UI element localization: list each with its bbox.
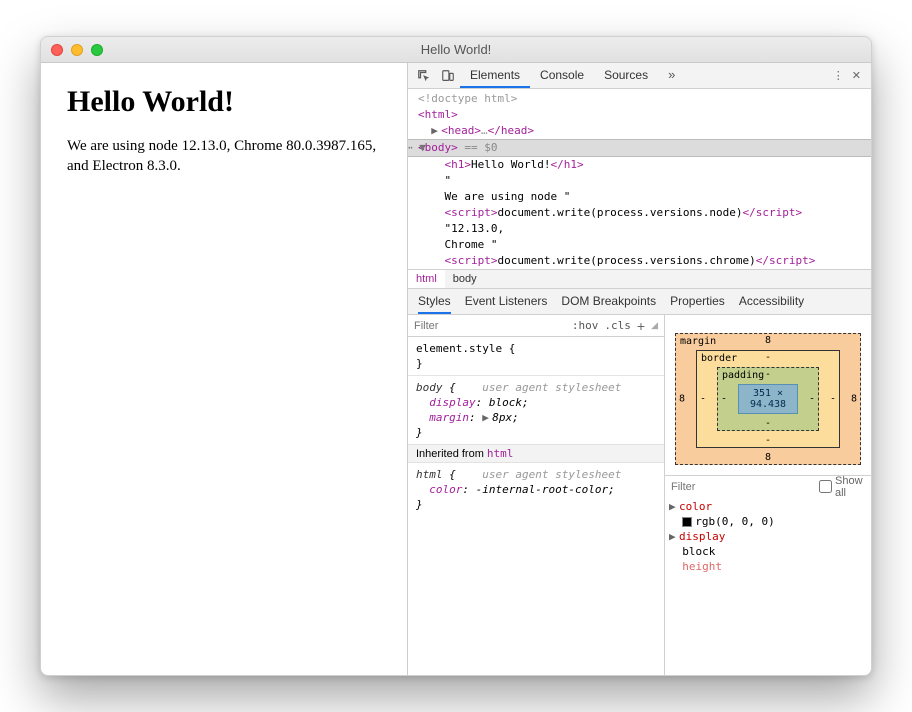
script-body-1[interactable]: document.write(process.versions.node)	[498, 206, 743, 219]
head-close-tag: /head	[494, 124, 527, 137]
color-swatch[interactable]	[682, 517, 692, 527]
styles-filter-bar: :hov .cls + ◢	[408, 315, 664, 337]
h1-text-node[interactable]: Hello World!	[471, 158, 550, 171]
margin-bottom[interactable]: 8	[765, 452, 771, 463]
traffic-lights	[51, 44, 103, 56]
element-breadcrumbs: html body	[408, 269, 871, 289]
more-tabs-button[interactable]: »	[658, 63, 685, 88]
inherited-separator: Inherited from html	[408, 444, 664, 463]
devtools-toolbar: Elements Console Sources » ⋮ ✕	[408, 63, 871, 89]
devtools-close-icon[interactable]: ✕	[852, 69, 861, 82]
show-all-toggle[interactable]: Show all	[819, 475, 865, 499]
computed-display-prop[interactable]: display	[679, 530, 725, 543]
h1-close-tag: /h1	[557, 158, 577, 171]
computed-filter-input[interactable]	[671, 481, 813, 493]
titlebar: Hello World!	[41, 37, 871, 63]
html-rule-block[interactable]: html { user agent stylesheet color: -int…	[408, 463, 664, 516]
content-dimensions[interactable]: 351 × 94.438	[738, 384, 798, 414]
element-style-block[interactable]: element.style { }	[408, 337, 664, 375]
cls-toggle[interactable]: .cls	[604, 319, 631, 332]
app-window: Hello World! Hello World! We are using n…	[40, 36, 872, 676]
page-heading: Hello World!	[67, 85, 381, 119]
subtab-properties[interactable]: Properties	[670, 289, 725, 314]
styles-row: :hov .cls + ◢ element.style { } body { u…	[408, 315, 871, 675]
devtools-menu-icon[interactable]: ⋮	[833, 69, 844, 82]
border-label: border	[701, 353, 737, 364]
devtools-panel: Elements Console Sources » ⋮ ✕ <!doctype…	[407, 63, 871, 675]
script-tag-1[interactable]: script	[451, 206, 491, 219]
margin-right[interactable]: 8	[851, 394, 857, 405]
device-toolbar-icon[interactable]	[436, 65, 460, 87]
padding-top[interactable]: -	[765, 369, 771, 380]
subtab-event-listeners[interactable]: Event Listeners	[465, 289, 548, 314]
body-rule-block[interactable]: body { user agent stylesheet display: bl…	[408, 376, 664, 444]
head-ellipsis: …	[481, 124, 488, 137]
close-window-button[interactable]	[51, 44, 63, 56]
styles-subtabs: Styles Event Listeners DOM Breakpoints P…	[408, 289, 871, 315]
padding-label: padding	[722, 370, 764, 381]
computed-filter-bar: Show all	[665, 475, 871, 497]
margin-top[interactable]: 8	[765, 335, 771, 346]
tab-elements[interactable]: Elements	[460, 63, 530, 88]
crumb-body[interactable]: body	[445, 270, 485, 288]
box-model-diagram[interactable]: margin 8 8 8 8 border - - - -	[665, 315, 871, 475]
devtools-tabs: Elements Console Sources »	[460, 63, 685, 88]
maximize-window-button[interactable]	[91, 44, 103, 56]
eq0-label: == $0	[458, 141, 498, 154]
box-model-pane: margin 8 8 8 8 border - - - -	[665, 315, 871, 675]
border-bottom[interactable]: -	[765, 435, 771, 446]
page-body-text: We are using node 12.13.0, Chrome 80.0.3…	[67, 137, 381, 176]
computed-list[interactable]: ▶color rgb(0, 0, 0) ▶display block heigh…	[665, 497, 871, 576]
content-area: Hello World! We are using node 12.13.0, …	[41, 63, 871, 675]
computed-display-val: block	[682, 545, 715, 558]
h1-tag[interactable]: h1	[451, 158, 464, 171]
border-left[interactable]: -	[700, 394, 706, 405]
styles-filter-input[interactable]	[414, 320, 474, 332]
text-node-2[interactable]: "12.13.0, Chrome "	[418, 222, 504, 251]
computed-height-prop[interactable]: height	[682, 560, 722, 573]
margin-left[interactable]: 8	[679, 394, 685, 405]
tab-sources[interactable]: Sources	[594, 63, 658, 88]
padding-right[interactable]: -	[809, 394, 815, 405]
tab-console[interactable]: Console	[530, 63, 594, 88]
margin-label: margin	[680, 336, 716, 347]
crumb-html[interactable]: html	[408, 270, 445, 288]
head-tag[interactable]: head	[448, 124, 475, 137]
subtab-styles[interactable]: Styles	[418, 289, 451, 314]
minimize-window-button[interactable]	[71, 44, 83, 56]
script-tag-2[interactable]: script	[451, 254, 491, 267]
subtab-dom-breakpoints[interactable]: DOM Breakpoints	[561, 289, 656, 314]
padding-bottom[interactable]: -	[765, 418, 771, 429]
styles-pane-resize-icon[interactable]: ◢	[651, 322, 658, 329]
text-quote: "	[445, 174, 452, 187]
text-node-1[interactable]: We are using node "	[418, 190, 570, 203]
subtab-accessibility[interactable]: Accessibility	[739, 289, 804, 314]
new-style-rule-button[interactable]: +	[637, 318, 645, 334]
rendered-page: Hello World! We are using node 12.13.0, …	[41, 63, 407, 675]
inspect-element-icon[interactable]	[412, 65, 436, 87]
window-title: Hello World!	[41, 42, 871, 57]
border-right[interactable]: -	[830, 394, 836, 405]
html-tag[interactable]: html	[425, 108, 452, 121]
computed-color-prop[interactable]: color	[679, 500, 712, 513]
script-close-1: /script	[749, 206, 795, 219]
ua-label-2: user agent stylesheet	[482, 468, 621, 481]
padding-left[interactable]: -	[721, 394, 727, 405]
ua-label-1: user agent stylesheet	[482, 381, 621, 394]
doctype-node[interactable]: <!doctype html>	[418, 92, 517, 105]
script-body-2[interactable]: document.write(process.versions.chrome)	[498, 254, 756, 267]
border-top[interactable]: -	[765, 352, 771, 363]
show-all-label: Show all	[835, 475, 865, 499]
selected-body-node[interactable]: <body> == $0	[408, 139, 871, 157]
show-all-checkbox[interactable]	[819, 480, 832, 493]
script-close-2: /script	[762, 254, 808, 267]
hov-toggle[interactable]: :hov	[572, 319, 599, 332]
computed-color-val: rgb(0, 0, 0)	[695, 515, 774, 528]
dom-tree[interactable]: <!doctype html> <html> ▶<head>…</head> <…	[408, 89, 871, 269]
styles-pane: :hov .cls + ◢ element.style { } body { u…	[408, 315, 665, 675]
